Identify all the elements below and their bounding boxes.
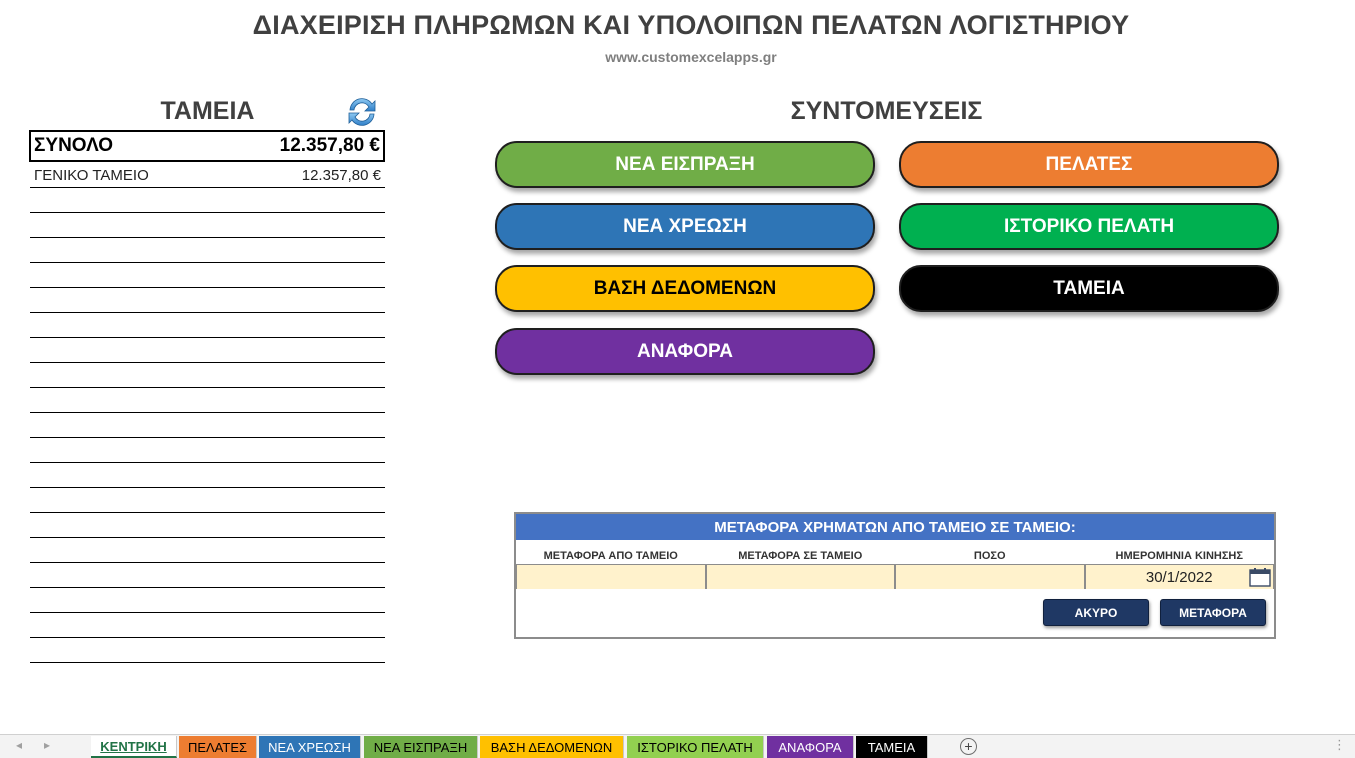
tab-central[interactable]: ΚΕΝΤΡΙΚΗ — [91, 736, 177, 758]
amount-field[interactable] — [895, 564, 1085, 589]
transfer-panel-title: ΜΕΤΑΦΟΡΑ ΧΡΗΜΑΤΩΝ ΑΠΟ ΤΑΜΕΙΟ ΣΕ ΤΑΜΕΙΟ: — [516, 514, 1274, 540]
cash-total: ΣΥΝΟΛΟ 12.357,80 € — [29, 130, 385, 162]
tab-new-charge[interactable]: ΝΕΑ ΧΡΕΩΣΗ — [259, 736, 361, 758]
customers-button[interactable]: ΠΕΛΑΤΕΣ — [899, 141, 1279, 188]
cash-row — [30, 513, 385, 538]
from-cash-label: ΜΕΤΑΦΟΡΑ ΑΠΟ ΤΑΜΕΙΟ — [543, 550, 678, 562]
cash-row — [30, 538, 385, 563]
date-value: 30/1/2022 — [1145, 568, 1213, 586]
more-options-icon[interactable]: ⋮ — [1333, 737, 1346, 753]
cash-row — [30, 213, 385, 238]
tab-customers[interactable]: ΠΕΛΑΤΕΣ — [179, 736, 257, 758]
calendar-icon[interactable] — [1249, 567, 1271, 587]
database-button-label: ΒΑΣΗ ΔΕΔΟΜΕΝΩΝ — [593, 277, 777, 299]
cash-row — [30, 638, 385, 663]
cash-row — [30, 313, 385, 338]
page-title: ΔΙΑΧΕΙΡΙΣΗ ΠΛΗΡΩΜΩΝ ΚΑΙ ΥΠΟΛΟΙΠΩΝ ΠΕΛΑΤΩ… — [252, 10, 1130, 40]
cash-row — [30, 263, 385, 288]
cash-row — [30, 563, 385, 588]
cash-row: ΓΕΝΙΚΟ ΤΑΜΕΙΟ 12.357,80 € — [30, 163, 385, 188]
cash-row — [30, 288, 385, 313]
scroll-left-icon[interactable]: ◂ — [16, 738, 22, 752]
cash-total-label: ΣΥΝΟΛΟ — [34, 135, 114, 156]
amount-label: ΠΟΣΟ — [973, 550, 1006, 562]
tab-customer-history[interactable]: ΙΣΤΟΡΙΚΟ ΠΕΛΑΤΗ — [627, 736, 764, 758]
refresh-icon[interactable] — [344, 94, 380, 130]
cash-row — [30, 413, 385, 438]
report-button-label: ΑΝΑΦΟΡΑ — [636, 340, 733, 362]
to-cash-field[interactable] — [705, 564, 895, 589]
to-cash-label: ΜΕΤΑΦΟΡΑ ΣΕ ΤΑΜΕΙΟ — [738, 550, 863, 562]
cash-row — [30, 238, 385, 263]
cash-row — [30, 588, 385, 613]
cash-row — [30, 188, 385, 213]
tab-new-payment[interactable]: ΝΕΑ ΕΙΣΠΡΑΞΗ — [364, 736, 478, 758]
tab-database[interactable]: ΒΑΣΗ ΔΕΔΟΜΕΝΩΝ — [480, 736, 624, 758]
cash-row — [30, 613, 385, 638]
cash-list: ΓΕΝΙΚΟ ΤΑΜΕΙΟ 12.357,80 € — [30, 163, 385, 663]
report-button[interactable]: ΑΝΑΦΟΡΑ — [495, 328, 875, 375]
tab-report[interactable]: ΑΝΑΦΟΡΑ — [767, 736, 854, 758]
transfer-inputs: 30/1/2022 — [516, 564, 1274, 589]
date-field[interactable]: 30/1/2022 — [1084, 564, 1274, 589]
database-button[interactable]: ΒΑΣΗ ΔΕΔΟΜΕΝΩΝ — [495, 265, 875, 312]
customers-button-label: ΠΕΛΑΤΕΣ — [1045, 153, 1133, 175]
transfer-button[interactable]: ΜΕΤΑΦΟΡΑ — [1160, 599, 1266, 626]
cash-total-value: 12.357,80 € — [279, 135, 380, 156]
shortcuts-heading: ΣΥΝΤΟΜΕΥΣΕΙΣ — [790, 97, 983, 125]
scroll-right-icon[interactable]: ▸ — [44, 738, 50, 752]
new-charge-button[interactable]: ΝΕΑ ΧΡΕΩΣΗ — [495, 203, 875, 250]
sheet-tab-bar: ◂ ▸ ΚΕΝΤΡΙΚΗ ΠΕΛΑΤΕΣ ΝΕΑ ΧΡΕΩΣΗ ΝΕΑ ΕΙΣΠΡΑΞ… — [0, 734, 1355, 758]
cash-row — [30, 463, 385, 488]
cash-row-value: 12.357,80 € — [301, 166, 381, 184]
cancel-button[interactable]: ΑΚΥΡΟ — [1043, 599, 1149, 626]
customer-history-button[interactable]: ΙΣΤΟΡΙΚΟ ΠΕΛΑΤΗ — [899, 203, 1279, 250]
customer-history-button-label: ΙΣΤΟΡΙΚΟ ΠΕΛΑΤΗ — [1003, 215, 1175, 237]
cash-heading: ΤΑΜΕΙΑ — [160, 97, 255, 125]
new-charge-button-label: ΝΕΑ ΧΡΕΩΣΗ — [623, 215, 747, 237]
date-label: ΗΜΕΡΟΜΗΝΙΑ ΚΙΝΗΣΗΣ — [1115, 550, 1243, 562]
new-payment-button-label: ΝΕΑ ΕΙΣΠΡΑΞΗ — [615, 153, 755, 175]
from-cash-field[interactable] — [516, 564, 706, 589]
cash-row — [30, 388, 385, 413]
cash-row — [30, 363, 385, 388]
cash-registers-button-label: ΤΑΜΕΙΑ — [1053, 277, 1125, 299]
add-sheet-icon[interactable]: + — [960, 738, 977, 755]
new-payment-button[interactable]: ΝΕΑ ΕΙΣΠΡΑΞΗ — [495, 141, 875, 188]
cash-row — [30, 488, 385, 513]
cash-registers-button[interactable]: ΤΑΜΕΙΑ — [899, 265, 1279, 312]
cash-row-name: ΓΕΝΙΚΟ ΤΑΜΕΙΟ — [34, 166, 149, 184]
website-label: www.customexcelapps.gr — [605, 49, 777, 65]
transfer-panel: ΜΕΤΑΦΟΡΑ ΧΡΗΜΑΤΩΝ ΑΠΟ ΤΑΜΕΙΟ ΣΕ ΤΑΜΕΙΟ: … — [514, 512, 1276, 639]
cash-row — [30, 338, 385, 363]
tab-cash-registers[interactable]: ΤΑΜΕΙΑ — [856, 736, 928, 758]
cash-row — [30, 438, 385, 463]
transfer-column-headers: ΜΕΤΑΦΟΡΑ ΑΠΟ ΤΑΜΕΙΟ ΜΕΤΑΦΟΡΑ ΣΕ ΤΑΜΕΙΟ Π… — [516, 540, 1274, 564]
